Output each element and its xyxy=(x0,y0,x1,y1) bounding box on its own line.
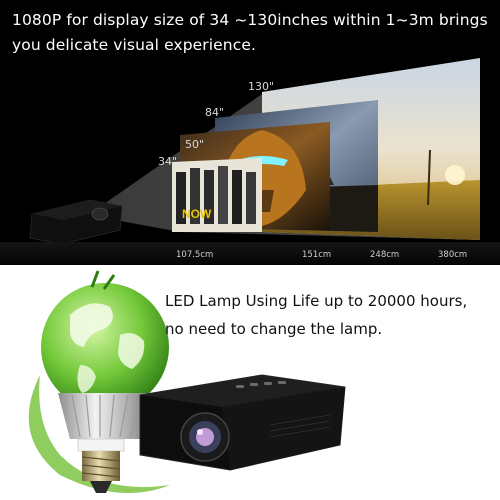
size-label-84: 84" xyxy=(205,106,225,119)
size-label-130: 130" xyxy=(248,80,275,93)
product-image: NOW 1080P for display size of 34 ~130inc… xyxy=(0,0,500,500)
distance-label-3: 248cm xyxy=(370,250,400,260)
lamp-text-line-2: no need to change the lamp. xyxy=(165,320,383,338)
svg-text:NOW: NOW xyxy=(182,207,212,221)
floor xyxy=(0,242,500,265)
distance-label-1: 107.5cm xyxy=(176,250,214,260)
projector-top xyxy=(29,199,123,245)
headline-line-1: 1080P for display size of 34 ~130inches … xyxy=(12,11,488,29)
projector-bottom xyxy=(139,374,346,471)
bulb-fins xyxy=(58,393,152,439)
bulb-globe xyxy=(41,270,169,411)
headline: 1080P for display size of 34 ~130inches … xyxy=(12,8,492,58)
lamp-description: LED Lamp Using Life up to 20000 hours, n… xyxy=(165,287,497,343)
headline-line-2: you delicate visual experience. xyxy=(12,36,257,54)
distance-label-4: 380cm xyxy=(438,250,468,260)
size-label-34: 34" xyxy=(158,155,178,168)
screen-34: NOW xyxy=(172,158,262,232)
projection-size-panel: NOW 1080P for display size of 34 ~130inc… xyxy=(0,0,500,265)
size-label-50: 50" xyxy=(185,138,205,151)
lamp-text-line-1: LED Lamp Using Life up to 20000 hours, xyxy=(165,292,468,310)
led-lamp-panel: LED Lamp Using Life up to 20000 hours, n… xyxy=(0,265,500,500)
distance-label-2: 151cm xyxy=(302,250,332,260)
